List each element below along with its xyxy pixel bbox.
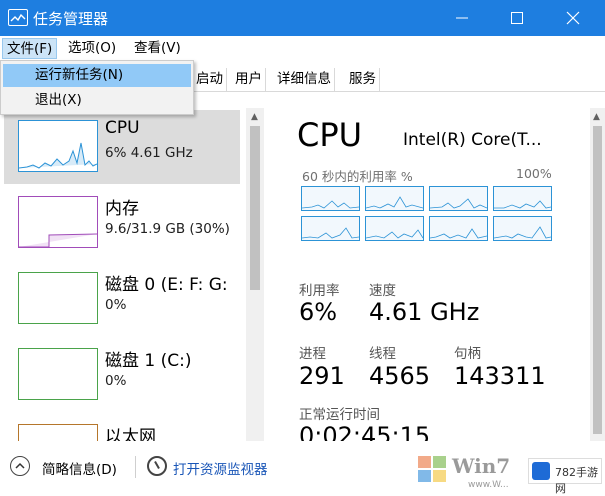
resource-value: 0% [105,297,127,313]
core-graph [365,186,424,211]
core-graph [365,216,424,241]
disk-1-thumbnail-graph [18,348,98,400]
footer-divider [135,456,136,478]
menu-item-run-new-task[interactable]: 运行新任务(N) [3,64,191,87]
threads-value: 4565 [369,362,431,390]
memory-thumbnail-graph [18,196,98,248]
detail-title: CPU [297,116,363,154]
watermark-badge: 782手游网 [528,458,602,495]
graph-max-label: 100% [516,166,552,181]
processes-label: 进程 [299,346,326,362]
badge-logo-icon [532,462,550,480]
scroll-up-arrow-icon[interactable]: ▲ [593,112,600,122]
resource-value: 9.6/31.9 GB (30%) [105,221,230,237]
task-manager-icon [8,9,28,26]
fewer-details-link[interactable]: 简略信息(D) [42,458,117,478]
file-menu-dropdown: 运行新任务(N) 退出(X) [0,60,194,115]
resource-name: 磁盘 0 (E: F: G: [105,275,228,295]
threads-label: 线程 [369,346,396,362]
cpu-thumbnail-graph [18,120,98,172]
resource-value: 0% [105,373,127,389]
graph-caption: 60 秒内的利用率 % [302,169,413,184]
tab-startup[interactable]: 启动 [193,68,227,91]
resource-name: CPU [105,118,140,138]
resource-list-scrollbar[interactable]: ▲ [246,108,264,441]
ethernet-thumbnail-graph [18,424,98,441]
handles-label: 句柄 [454,346,481,362]
resource-name: 磁盘 1 (C:) [105,351,192,371]
disk-0-thumbnail-graph [18,272,98,324]
core-graph [301,186,360,211]
scroll-up-arrow-icon[interactable]: ▲ [251,112,258,122]
handles-value: 143311 [454,362,546,390]
watermark-site: www.W... [468,480,509,490]
menu-item-exit[interactable]: 退出(X) [3,89,191,112]
resource-value: 6% 4.61 GHz [105,145,193,161]
uptime-label: 正常运行时间 [299,407,380,423]
logical-processor-graphs [301,186,553,242]
resource-list: CPU 6% 4.61 GHz 内存 9.6/31.9 GB (30%) 磁盘 … [0,108,266,441]
resource-item-ethernet[interactable]: 以太网 [4,414,240,441]
processes-value: 291 [299,362,345,390]
minimize-button[interactable] [438,0,486,36]
tab-users[interactable]: 用户 [232,68,266,91]
speed-value: 4.61 GHz [369,298,480,326]
cpu-detail-pane: CPU Intel(R) Core(T... 60 秒内的利用率 % 100% … [270,108,590,441]
site-watermark: Win7 www.W... 782手游网 [412,450,605,496]
menu-file[interactable]: 文件(F) [2,38,58,59]
core-graph [301,216,360,241]
scrollbar-thumb[interactable] [250,126,260,290]
windows-logo-icon [412,450,452,490]
menu-options[interactable]: 选项(O) [64,38,120,59]
resource-item-cpu[interactable]: CPU 6% 4.61 GHz [4,110,240,184]
chevron-up-icon[interactable] [10,456,30,476]
resource-item-disk-1[interactable]: 磁盘 1 (C:) 0% [4,338,240,412]
speed-label: 速度 [369,283,396,299]
menu-bar: 文件(F) 选项(O) 查看(V) [0,36,605,60]
core-graph [429,186,488,211]
resource-item-memory[interactable]: 内存 9.6/31.9 GB (30%) [4,186,240,260]
utilization-label: 利用率 [299,283,340,299]
resource-item-disk-0[interactable]: 磁盘 0 (E: F: G: 0% [4,262,240,336]
watermark-brand: Win7 [452,454,511,478]
uptime-value: 0:02:45:15 [299,422,431,441]
title-bar: 任务管理器 [0,0,605,36]
close-button[interactable] [549,0,597,36]
menu-view[interactable]: 查看(V) [130,38,185,59]
tab-details[interactable]: 详细信息 [274,68,335,91]
tab-services[interactable]: 服务 [346,68,380,91]
resource-monitor-icon[interactable] [147,456,167,476]
resource-name: 以太网 [105,427,156,441]
core-graph [429,216,488,241]
window-title: 任务管理器 [33,10,109,28]
utilization-value: 6% [299,298,338,326]
core-graph [493,216,552,241]
resource-name: 内存 [105,199,139,219]
detail-pane-scrollbar[interactable]: ▲ [590,108,605,441]
watermark-badge-text: 782手游网 [555,466,598,495]
maximize-button[interactable] [493,0,541,36]
open-resource-monitor-link[interactable]: 打开资源监视器 [173,458,268,478]
core-graph [493,186,552,211]
cpu-model-name: Intel(R) Core(T... [403,130,542,150]
scrollbar-thumb[interactable] [593,126,602,434]
